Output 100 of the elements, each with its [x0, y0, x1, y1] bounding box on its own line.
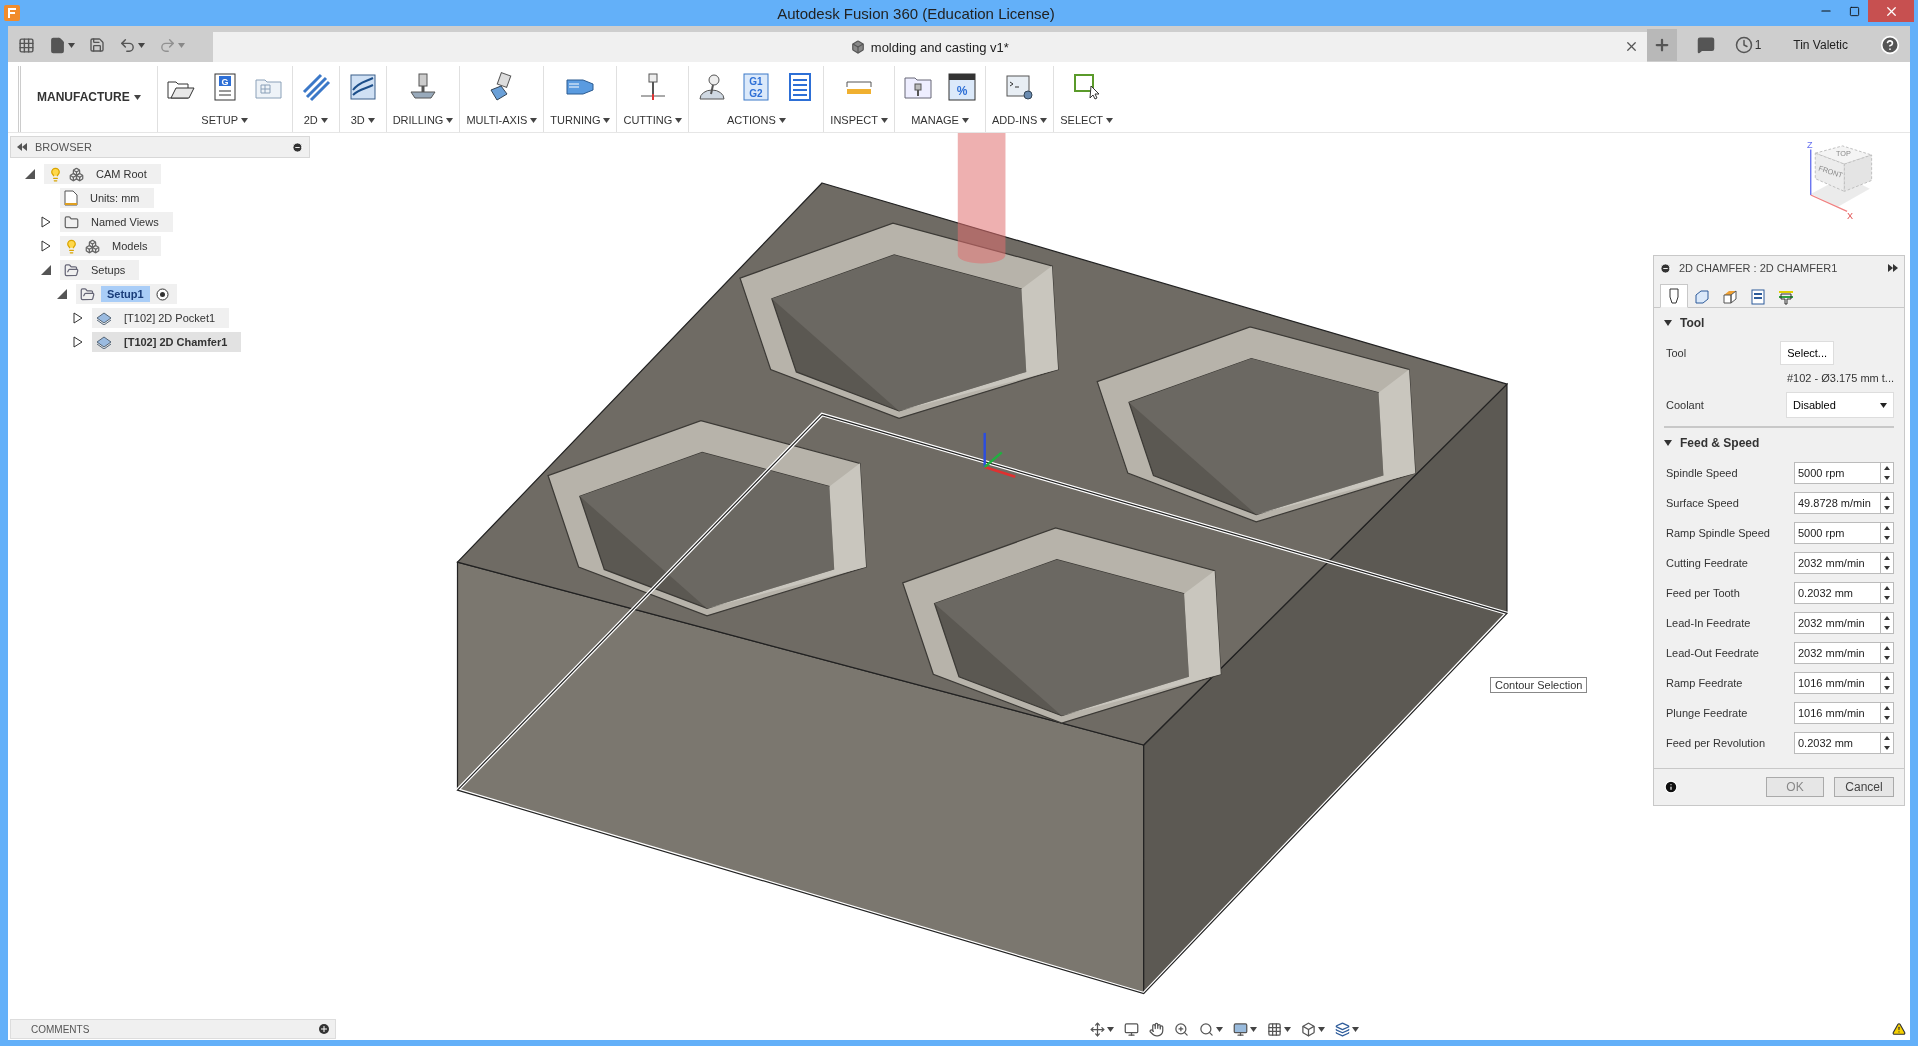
spin-up-icon[interactable] [1884, 736, 1890, 740]
display-settings-menu[interactable] [1232, 1021, 1257, 1037]
collapse-arrow-icon[interactable] [40, 264, 52, 276]
spin-down-icon[interactable] [1884, 746, 1890, 750]
toolbar-dropdown[interactable]: 3D [350, 114, 375, 126]
spin-down-icon[interactable] [1884, 596, 1890, 600]
expand-arrow-icon[interactable] [72, 336, 84, 348]
warning-icon[interactable] [1892, 1022, 1906, 1036]
spin-up-icon[interactable] [1884, 676, 1890, 680]
add-comment-icon[interactable] [319, 1024, 329, 1034]
close-button[interactable] [1868, 0, 1914, 22]
number-field[interactable]: 2032 mm/min [1794, 552, 1880, 574]
toolbar-dropdown[interactable]: SETUP [201, 114, 248, 126]
spin-down-icon[interactable] [1884, 626, 1890, 630]
layers-menu[interactable] [1334, 1021, 1359, 1037]
document-tab[interactable]: molding and casting v1* [213, 32, 1647, 62]
select-tool-button[interactable]: Select... [1780, 341, 1834, 365]
number-field[interactable]: 0.2032 mm [1794, 732, 1880, 754]
tree-item[interactable]: [T102] 2D Pocket1 [92, 308, 230, 328]
spin-up-icon[interactable] [1884, 556, 1890, 560]
tree-item[interactable]: CAM Root [44, 164, 161, 184]
info-icon[interactable] [1664, 780, 1678, 794]
spin-up-icon[interactable] [1884, 646, 1890, 650]
tree-item[interactable]: Setup1 [76, 284, 177, 304]
spin-up-icon[interactable] [1884, 496, 1890, 500]
section-header[interactable]: Tool [1654, 308, 1904, 338]
collapse-arrow-icon[interactable] [24, 168, 36, 180]
spin-up-icon[interactable] [1884, 466, 1890, 470]
boxes-icon [69, 166, 84, 182]
caret-icon [1106, 1026, 1114, 1032]
view-menu[interactable] [1300, 1021, 1325, 1037]
toolbar-dropdown[interactable]: MULTI-AXIS [466, 114, 538, 126]
caret-icon [138, 42, 145, 48]
tool-tab[interactable] [1660, 284, 1688, 308]
comment-icon[interactable] [1696, 36, 1715, 54]
toolbar-dropdown[interactable]: TURNING [550, 114, 611, 126]
caret-icon [178, 42, 185, 48]
tree-item[interactable]: [T102] 2D Chamfer1 [92, 332, 242, 352]
toolbar-dropdown[interactable]: 2D [303, 114, 328, 126]
cancel-button[interactable]: Cancel [1834, 777, 1894, 797]
expand-arrow-icon[interactable] [72, 312, 84, 324]
caret-icon [68, 42, 75, 48]
dropdown-field[interactable]: Disabled [1786, 392, 1894, 418]
number-field[interactable]: 1016 mm/min [1794, 702, 1880, 724]
expand-arrow-icon[interactable] [40, 240, 52, 252]
collapse-left-icon[interactable] [17, 143, 27, 151]
pan-icon[interactable] [1148, 1021, 1164, 1037]
grid-menu[interactable] [1266, 1021, 1291, 1037]
minus-circle-icon[interactable] [1660, 262, 1671, 274]
tree-item[interactable]: Named Views [60, 212, 173, 232]
toolbar-dropdown[interactable]: DRILLING [392, 114, 454, 126]
spin-up-icon[interactable] [1884, 526, 1890, 530]
spin-up-icon[interactable] [1884, 586, 1890, 590]
spin-up-icon[interactable] [1884, 706, 1890, 710]
save-icon[interactable] [89, 37, 105, 53]
look-at-icon[interactable] [1123, 1021, 1139, 1037]
number-field[interactable]: 49.8728 m/min [1794, 492, 1880, 514]
file-menu[interactable] [49, 36, 75, 54]
tree-item[interactable]: Setups [60, 260, 140, 280]
toolbar-dropdown[interactable]: MANAGE [911, 114, 969, 126]
spin-down-icon[interactable] [1884, 686, 1890, 690]
toolbar-dropdown[interactable]: CUTTING [623, 114, 683, 126]
spin-down-icon[interactable] [1884, 506, 1890, 510]
tree-item[interactable]: Models [60, 236, 162, 256]
spin-down-icon[interactable] [1884, 476, 1890, 480]
maximize-icon[interactable] [1848, 5, 1860, 17]
spin-down-icon[interactable] [1884, 656, 1890, 660]
number-field[interactable]: 1016 mm/min [1794, 672, 1880, 694]
number-field[interactable]: 5000 rpm [1794, 522, 1880, 544]
minus-circle-icon[interactable] [292, 141, 303, 153]
toolbar-dropdown[interactable]: INSPECT [830, 114, 889, 126]
help-icon[interactable] [1880, 35, 1900, 55]
workspace-menu[interactable]: MANUFACTURE [27, 90, 151, 104]
section-header[interactable]: Feed & Speed [1654, 428, 1904, 458]
toolbar-dropdown[interactable]: ACTIONS [726, 114, 786, 126]
expand-right-icon[interactable] [1888, 264, 1898, 272]
zoom-icon[interactable] [1173, 1021, 1189, 1037]
undo-menu[interactable] [119, 36, 145, 54]
expand-arrow-icon[interactable] [40, 216, 52, 228]
spin-down-icon[interactable] [1884, 566, 1890, 570]
number-field[interactable]: 2032 mm/min [1794, 612, 1880, 634]
orbit-menu[interactable] [1089, 1021, 1114, 1037]
number-field[interactable]: 5000 rpm [1794, 462, 1880, 484]
tree-item-label: [T102] 2D Chamfer1 [123, 335, 229, 350]
user-menu[interactable]: Tin Valetic [1781, 38, 1860, 52]
tree-item[interactable]: Units: mm [60, 188, 154, 208]
app-grid-icon[interactable] [18, 36, 35, 54]
toolbar-dropdown[interactable]: ADD-INS [992, 114, 1048, 126]
new-tab-button[interactable] [1646, 29, 1677, 61]
spin-down-icon[interactable] [1884, 536, 1890, 540]
spin-up-icon[interactable] [1884, 616, 1890, 620]
toolbar-dropdown[interactable]: SELECT [1060, 114, 1114, 126]
zoom-window-menu[interactable] [1198, 1021, 1223, 1037]
number-field[interactable]: 0.2032 mm [1794, 582, 1880, 604]
number-field[interactable]: 2032 mm/min [1794, 642, 1880, 664]
caret-icon [530, 117, 538, 123]
spin-down-icon[interactable] [1884, 716, 1890, 720]
heights-icon [1722, 288, 1738, 305]
collapse-arrow-icon[interactable] [56, 288, 68, 300]
panel-title: 2D CHAMFER : 2D CHAMFER1 [1679, 262, 1839, 274]
